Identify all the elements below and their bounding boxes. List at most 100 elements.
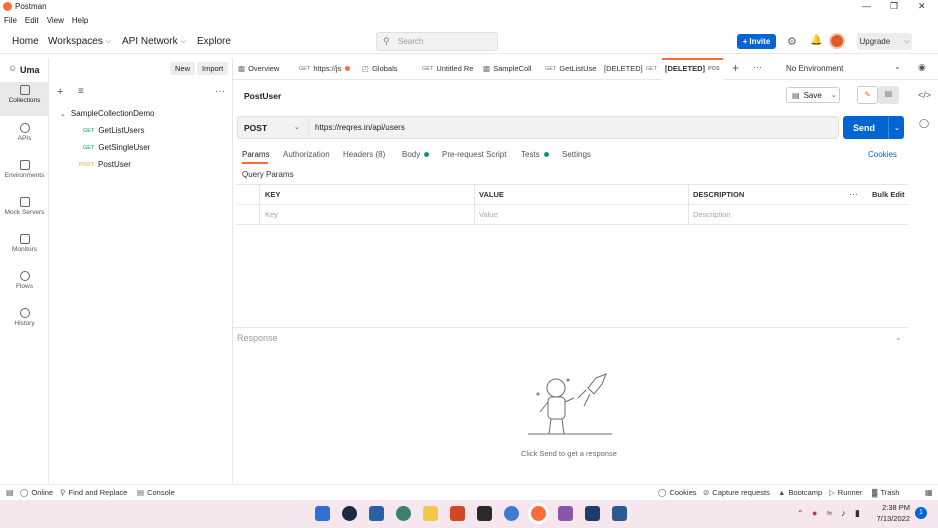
rail-flows[interactable]: Flows (0, 268, 49, 302)
menu-edit[interactable]: Edit (25, 16, 39, 25)
tab-params[interactable]: Params (242, 150, 270, 159)
tab-untitled-request[interactable]: GET Untitled Re (422, 64, 473, 73)
tray-chevron-icon[interactable]: ⌃ (797, 509, 804, 518)
runner-button[interactable]: ▷ Runner (829, 488, 862, 497)
app-icon[interactable] (369, 506, 384, 521)
tab-prerequest-script[interactable]: Pre-request Script (442, 150, 506, 159)
request-item-postuser[interactable]: POST PostUser (79, 160, 131, 169)
windows-start-icon[interactable] (315, 506, 330, 521)
key-input[interactable]: Key (265, 210, 278, 219)
battery-icon[interactable]: ▮ (855, 508, 860, 519)
request-item-getsingleuser[interactable]: GET GetSingleUser (83, 143, 150, 152)
console-button[interactable]: ▤ Console (137, 488, 175, 497)
tab-deleted-2[interactable]: [DELETED] POS (665, 64, 723, 73)
upgrade-button[interactable]: Upgrade ⌵ (857, 33, 912, 50)
find-replace-button[interactable]: ⚲ Find and Replace (60, 488, 127, 497)
search-app-icon[interactable] (342, 506, 357, 521)
edit-icon[interactable]: ✎ (857, 86, 878, 104)
rail-monitors[interactable]: Monitors (0, 231, 49, 265)
minimize-icon[interactable]: — (862, 1, 871, 11)
value-input[interactable]: Value (479, 210, 498, 219)
tab-body[interactable]: Body (402, 150, 430, 159)
environment-quick-look-icon[interactable]: ◉ (918, 62, 926, 73)
app-icon[interactable] (612, 506, 627, 521)
edge-icon[interactable] (504, 506, 519, 521)
cookies-button[interactable]: ◯ Cookies (658, 488, 697, 497)
nav-workspaces[interactable]: Workspaces ⌵ (48, 36, 111, 47)
app-icon[interactable] (585, 506, 600, 521)
file-explorer-icon[interactable] (423, 506, 438, 521)
tab-deleted-1[interactable]: [DELETED] GET (604, 64, 660, 73)
powerpoint-icon[interactable] (450, 506, 465, 521)
clock-time[interactable]: 2:38 PM (876, 503, 910, 512)
tab-headers[interactable]: Headers (8) (343, 150, 385, 159)
request-item-getlistusers[interactable]: GET GetListUsers (83, 126, 145, 135)
tab-overview[interactable]: ▩ Overview (238, 64, 279, 73)
new-tab-icon[interactable]: + (732, 61, 739, 75)
response-divider[interactable] (233, 327, 908, 328)
notification-badge[interactable]: 1 (915, 507, 927, 519)
postman-taskbar-icon[interactable] (531, 506, 546, 521)
tab-globals[interactable]: ◰ Globals (362, 64, 398, 73)
bootcamp-button[interactable]: ▲ Bootcamp (778, 488, 822, 497)
tray-app-icon[interactable]: ● (812, 508, 817, 518)
volume-icon[interactable]: ♪ (841, 508, 846, 518)
chrome-icon[interactable] (396, 506, 411, 521)
layout-toggle-icon[interactable]: ▦ (925, 488, 933, 497)
tab-samplecollection[interactable]: ▩ SampleColl (483, 64, 531, 73)
rail-apis[interactable]: APIs (0, 120, 49, 154)
bulk-edit-button[interactable]: Bulk Edit (872, 190, 905, 199)
tab-tests[interactable]: Tests (521, 150, 549, 159)
slack-icon[interactable] (558, 506, 573, 521)
rail-history[interactable]: History (0, 305, 49, 339)
workspace-user[interactable]: Uma (20, 65, 40, 75)
cookies-link[interactable]: Cookies (868, 150, 897, 159)
sidebar-toggle-icon[interactable]: ▤ (6, 488, 14, 497)
avatar[interactable] (829, 33, 845, 49)
clock-date[interactable]: 7/13/2022 (872, 514, 910, 523)
tab-https-js[interactable]: GET https://js (299, 64, 351, 73)
nav-home[interactable]: Home (12, 36, 39, 47)
tab-settings[interactable]: Settings (562, 150, 591, 159)
environment-selector[interactable]: No Environment (786, 64, 843, 73)
close-icon[interactable]: ✕ (918, 1, 926, 12)
collection-item[interactable]: ⌄ SampleCollectionDemo (60, 109, 154, 118)
import-button[interactable]: Import (197, 62, 229, 75)
notifications-bell-icon[interactable]: 🔔 (810, 35, 822, 46)
trash-button[interactable]: ▓ Trash (872, 488, 899, 497)
request-name-title[interactable]: PostUser (244, 91, 281, 101)
save-button[interactable]: ▤ Save ⌄ (786, 87, 840, 103)
chevron-down-icon[interactable]: ⌄ (294, 123, 300, 131)
tab-authorization[interactable]: Authorization (283, 150, 330, 159)
filter-icon[interactable]: ≡ (78, 86, 84, 97)
capture-requests-button[interactable]: ⊘ Capture requests (703, 488, 770, 497)
menu-help[interactable]: Help (72, 16, 88, 25)
nav-api-network[interactable]: API Network ⌵ (122, 36, 186, 47)
info-bulb-icon[interactable]: ◯ (919, 118, 929, 129)
method-select[interactable]: POST (244, 123, 267, 133)
add-icon[interactable]: + (57, 86, 63, 98)
description-input[interactable]: Description (693, 210, 731, 219)
nav-explore[interactable]: Explore (197, 36, 231, 47)
invite-button[interactable]: + Invite (737, 34, 776, 49)
url-input[interactable]: https://reqres.in/api/users (315, 123, 405, 132)
maximize-icon[interactable]: ❐ (890, 1, 898, 12)
more-options-icon[interactable]: ··· (215, 86, 225, 97)
chevron-down-icon[interactable]: ⌄ (895, 333, 902, 342)
wifi-icon[interactable]: ≈ (827, 508, 832, 518)
rail-mock-servers[interactable]: Mock Servers (0, 194, 49, 228)
rail-collections[interactable]: Collections (0, 82, 49, 116)
code-icon[interactable]: </> (918, 90, 931, 100)
menu-view[interactable]: View (47, 16, 64, 25)
search-input[interactable]: ⚲ Search (376, 32, 498, 51)
column-options-icon[interactable]: ··· (849, 189, 858, 199)
send-button[interactable]: Send ⌄ (843, 116, 904, 139)
settings-gear-icon[interactable]: ⚙ (787, 35, 797, 48)
chevron-down-icon[interactable]: ⌄ (894, 62, 901, 71)
rail-environments[interactable]: Environments (0, 157, 49, 191)
menu-file[interactable]: File (4, 16, 17, 25)
comments-icon[interactable]: ▤ (878, 86, 899, 104)
tab-getlistusers[interactable]: GET GetListUse (545, 64, 596, 73)
terminal-icon[interactable] (477, 506, 492, 521)
online-status[interactable]: ◯ Online (20, 488, 53, 497)
